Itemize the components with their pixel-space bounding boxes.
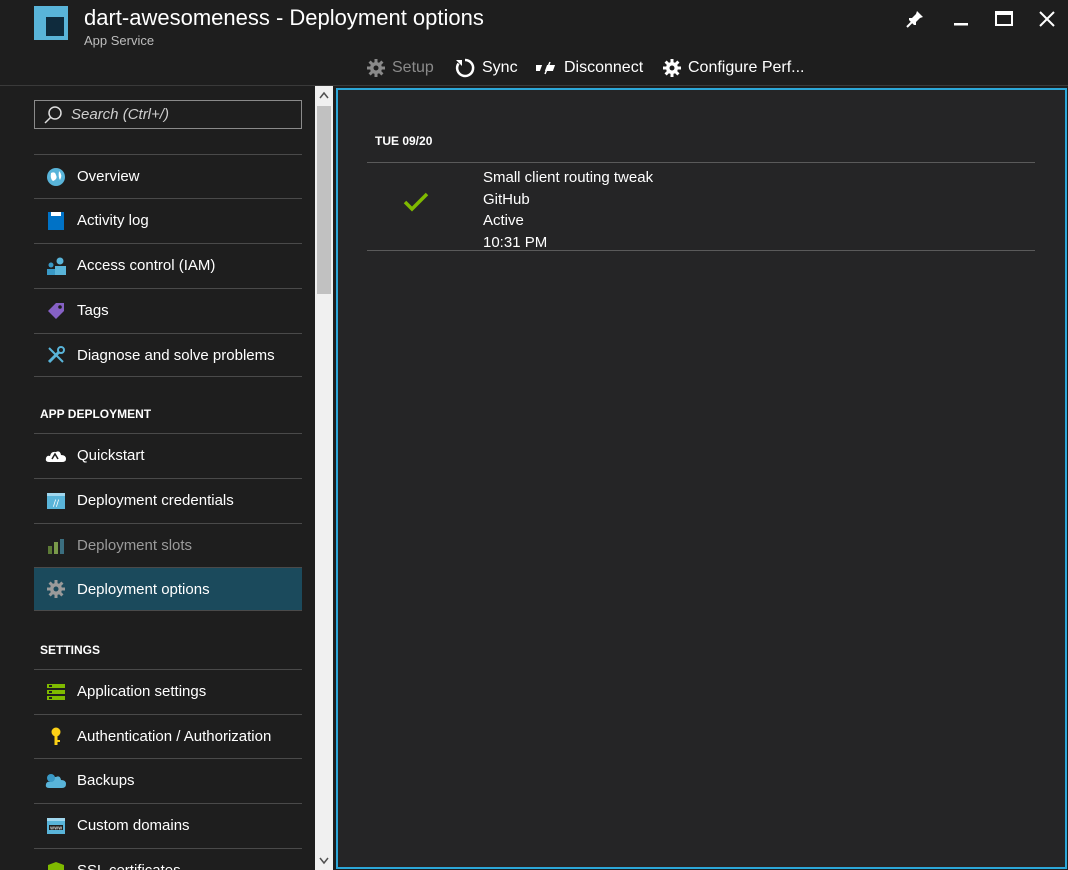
- nav-item-label: Diagnose and solve problems: [77, 346, 275, 364]
- nav-item-label: Tags: [77, 302, 109, 319]
- backup-cloud-icon: [45, 770, 67, 792]
- nav-item-label: Deployment credentials: [77, 492, 234, 509]
- app-service-logo-icon: [34, 6, 68, 40]
- blade-subtitle: App Service: [84, 33, 155, 48]
- nav-item-custom-domains[interactable]: www Custom domains: [34, 803, 302, 847]
- nav-item-activity-log[interactable]: Activity log: [34, 198, 302, 242]
- title-bar: dart-awesomeness - Deployment options Ap…: [0, 0, 1068, 86]
- setup-button[interactable]: Setup: [366, 55, 434, 81]
- nav-item-overview[interactable]: Overview: [34, 154, 302, 198]
- scroll-down-arrow-icon[interactable]: [315, 852, 333, 870]
- disconnect-icon: [536, 61, 556, 75]
- svg-text://: //: [53, 499, 60, 509]
- svg-text:www: www: [50, 825, 62, 831]
- search-box[interactable]: [34, 100, 302, 129]
- deployments-panel: TUE 09/20 Small client routing tweak Git…: [336, 88, 1067, 869]
- section-header-settings: SETTINGS: [40, 643, 101, 657]
- nav-item-label: Application settings: [77, 683, 207, 700]
- nav-item-backups[interactable]: Backups: [34, 758, 302, 802]
- sync-label: Sync: [482, 59, 518, 76]
- nav-item-diagnose[interactable]: Diagnose and solve problems: [34, 333, 302, 377]
- nav-item-label: Authentication / Authorization: [77, 728, 272, 745]
- nav-item-authentication[interactable]: Authentication / Authorization: [34, 714, 302, 758]
- pin-icon[interactable]: [904, 8, 926, 30]
- deployment-time: 10:31 PM: [483, 233, 548, 251]
- gear-icon: [663, 59, 681, 77]
- nav-item-deployment-options[interactable]: Deployment options: [34, 567, 302, 611]
- command-bar: Setup Sync Disconnect Configure Perf...: [0, 55, 1068, 81]
- close-icon[interactable]: [1036, 8, 1058, 30]
- key-icon: [45, 726, 67, 748]
- checkmark-icon: [403, 192, 429, 217]
- settings-list-icon: [45, 681, 67, 703]
- nav-item-label: Overview: [77, 168, 140, 185]
- gear-icon: [45, 578, 67, 600]
- disconnect-label: Disconnect: [564, 59, 644, 76]
- blade-title: dart-awesomeness - Deployment options: [84, 5, 484, 30]
- scrollbar-thumb[interactable]: [317, 106, 331, 294]
- globe-icon: [45, 166, 67, 188]
- deployment-entry[interactable]: Small client routing tweak GitHub Active…: [367, 162, 1035, 251]
- credentials-icon: //: [45, 490, 67, 512]
- search-input[interactable]: [71, 106, 291, 123]
- nav-item-ssl-certificates[interactable]: SSL certificates: [34, 848, 302, 870]
- tag-icon: [45, 300, 67, 322]
- resource-menu: Overview Activity log Access control (IA…: [0, 86, 336, 870]
- nav-item-tags[interactable]: Tags: [34, 288, 302, 332]
- nav-item-deployment-slots[interactable]: Deployment slots: [34, 523, 302, 567]
- nav-item-access-control[interactable]: Access control (IAM): [34, 243, 302, 287]
- minimize-icon[interactable]: [950, 8, 972, 30]
- cloud-icon: [45, 445, 67, 467]
- log-icon: [45, 210, 67, 232]
- nav-item-label: Backups: [77, 772, 135, 789]
- nav-item-quickstart[interactable]: Quickstart: [34, 433, 302, 477]
- scroll-up-arrow-icon[interactable]: [315, 86, 333, 104]
- deployment-source: GitHub: [483, 190, 530, 208]
- configure-label: Configure Perf...: [688, 59, 805, 76]
- deployment-status: Active: [483, 212, 524, 229]
- setup-label: Setup: [392, 59, 434, 76]
- sync-button[interactable]: Sync: [454, 55, 518, 81]
- disconnect-button[interactable]: Disconnect: [536, 55, 643, 81]
- search-icon: [44, 105, 62, 124]
- slots-icon: [45, 535, 67, 557]
- deployment-details: Small client routing tweak GitHub Active…: [483, 167, 653, 253]
- deployment-date-header: TUE 09/20: [375, 134, 433, 148]
- maximize-icon[interactable]: [993, 8, 1015, 30]
- users-icon: [45, 255, 67, 277]
- gear-icon: [367, 59, 385, 77]
- wrench-icon: [45, 344, 67, 366]
- nav-item-label: Quickstart: [77, 447, 145, 464]
- section-header-app-deployment: APP DEPLOYMENT: [40, 407, 152, 421]
- nav-scrollbar[interactable]: [315, 86, 333, 870]
- nav-item-label: Access control (IAM): [77, 257, 216, 274]
- configure-performance-button[interactable]: Configure Perf...: [662, 55, 805, 81]
- nav-item-label: Activity log: [77, 212, 149, 229]
- refresh-icon: [455, 58, 475, 78]
- nav-item-application-settings[interactable]: Application settings: [34, 669, 302, 713]
- nav-item-label: Custom domains: [77, 817, 190, 834]
- nav-item-label: Deployment slots: [77, 537, 193, 554]
- nav-item-label: SSL certificates: [77, 862, 181, 870]
- shield-icon: [45, 860, 67, 870]
- nav-item-label: Deployment options: [77, 580, 210, 598]
- www-icon: www: [45, 815, 67, 837]
- deployment-message: Small client routing tweak: [483, 169, 654, 186]
- nav-item-deployment-credentials[interactable]: // Deployment credentials: [34, 478, 302, 522]
